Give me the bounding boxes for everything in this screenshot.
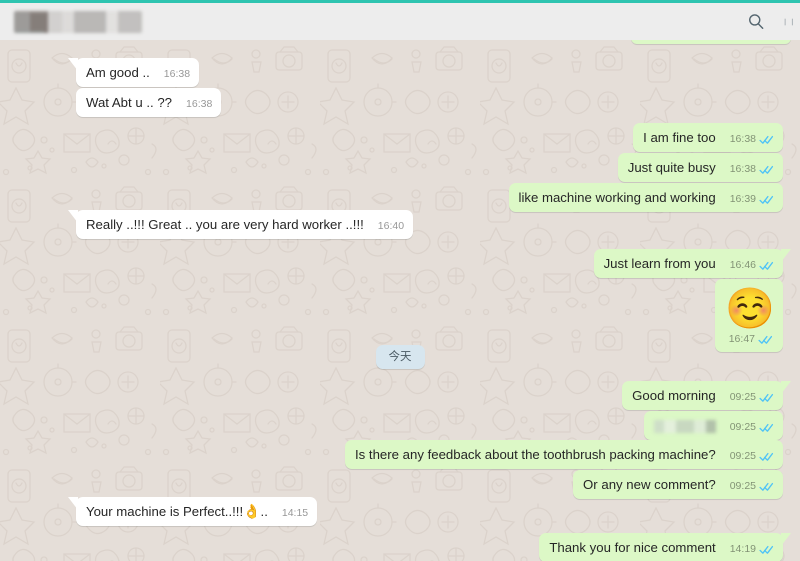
message-bubble-outgoing[interactable]: Thank you for nice comment 14:19 (539, 533, 791, 561)
search-icon[interactable] (744, 10, 768, 34)
message-bubble-outgoing[interactable]: I am fine too 16:38 (633, 123, 783, 152)
message-bubble-outgoing[interactable]: Just quite busy 16:38 (617, 153, 783, 182)
message-time: 09:25 (729, 391, 756, 403)
scrolled-message-sliver (631, 40, 791, 44)
read-receipt-icon (759, 195, 774, 205)
bubble-tail-icon (68, 58, 78, 71)
message-meta: 16:39 (730, 191, 774, 208)
message-bubble-outgoing[interactable]: like machine working and working 16:39 (508, 183, 783, 212)
message-bubble-outgoing-redacted[interactable]: 09:25 (643, 411, 783, 440)
message-meta: 16:40 (378, 218, 404, 235)
message-time: 09:25 (729, 480, 756, 492)
message-text: like machine working and working (518, 190, 716, 205)
message-text: Or any new comment? (583, 477, 716, 492)
bubble-tail-icon (68, 210, 78, 223)
read-receipt-icon (759, 261, 774, 271)
message-meta: 14:19 (730, 541, 774, 558)
relaxed-smiling-face-emoji: ☺️ (725, 287, 775, 331)
message-time: 16:38 (729, 163, 756, 175)
message-text: Wat Abt u .. ?? (86, 95, 173, 110)
message-time: 16:38 (729, 133, 756, 145)
message-meta: 09:25 (730, 389, 774, 406)
read-receipt-icon (759, 165, 774, 175)
message-text-suffix: .. (260, 504, 268, 519)
contact-name-redacted (14, 10, 142, 33)
message-time: 16:40 (377, 220, 405, 232)
message-time: 09:25 (729, 450, 756, 462)
message-bubble-outgoing[interactable]: Just learn from you 16:46 (593, 249, 791, 278)
read-receipt-icon (758, 335, 773, 345)
message-time: 14:15 (281, 507, 309, 519)
message-text: Is there any feedback about the toothbru… (355, 447, 716, 462)
read-receipt-icon (759, 545, 774, 555)
message-text: I am fine too (643, 130, 716, 145)
read-receipt-icon (759, 393, 774, 403)
read-receipt-icon (759, 135, 774, 145)
message-time: 14:19 (729, 543, 756, 555)
message-bubble-incoming[interactable]: Really ..!!! Great .. you are very hard … (68, 210, 414, 239)
message-text-redacted (653, 420, 716, 433)
date-divider-label: 今天 (375, 345, 425, 369)
message-time: 09:25 (729, 421, 756, 433)
message-bubble-outgoing[interactable]: Is there any feedback about the toothbru… (345, 440, 783, 469)
message-meta: 09:25 (730, 419, 774, 436)
message-time: 16:46 (729, 259, 756, 271)
message-text: Just learn from you (603, 256, 716, 271)
message-meta: 09:25 (730, 478, 774, 495)
message-bubble-outgoing[interactable]: Or any new comment? 09:25 (573, 470, 783, 499)
message-time: 16:38 (163, 68, 191, 80)
chat-header-actions (744, 10, 800, 34)
date-divider: 今天 (0, 345, 800, 369)
message-meta: 16:38 (730, 131, 774, 148)
read-receipt-icon (759, 452, 774, 462)
message-text: Am good .. (86, 65, 150, 80)
messages-container: Am good .. 16:38 Wat Abt u .. ?? 16:38 I… (0, 40, 800, 561)
overflow-menu-icon[interactable] (784, 12, 794, 32)
message-meta: 14:15 (282, 505, 308, 522)
message-bubble-outgoing-emoji[interactable]: ☺️ 16:47 (715, 279, 783, 352)
message-text: Your machine is Perfect..!!! (86, 504, 244, 519)
message-meta: 09:25 (730, 448, 774, 465)
message-text: Just quite busy (627, 160, 716, 175)
read-receipt-icon (759, 423, 774, 433)
message-time: 16:38 (186, 98, 213, 110)
chat-header (0, 0, 800, 40)
message-list[interactable]: Am good .. 16:38 Wat Abt u .. ?? 16:38 I… (0, 40, 800, 561)
chat-header-contact[interactable] (0, 10, 744, 33)
message-text: Really ..!!! Great .. you are very hard … (86, 217, 364, 232)
bubble-tail-icon (781, 381, 791, 394)
message-meta: 16:38 (186, 96, 212, 113)
bubble-tail-icon (68, 497, 78, 510)
read-receipt-icon (759, 482, 774, 492)
message-bubble-incoming[interactable]: Wat Abt u .. ?? 16:38 (76, 88, 222, 117)
message-bubble-incoming[interactable]: Your machine is Perfect..!!! 👌 .. 14:15 (68, 497, 318, 526)
bubble-tail-icon (781, 533, 791, 546)
message-text: Thank you for nice comment (549, 540, 716, 555)
bubble-tail-icon (781, 249, 791, 262)
message-meta: 16:46 (730, 257, 774, 274)
message-text: Good morning (632, 388, 716, 403)
message-time: 16:39 (729, 193, 756, 205)
message-bubble-outgoing[interactable]: Good morning 09:25 (622, 381, 791, 410)
ok-hand-emoji: 👌 (243, 503, 261, 519)
whatsapp-window: Am good .. 16:38 Wat Abt u .. ?? 16:38 I… (0, 0, 800, 561)
message-bubble-incoming[interactable]: Am good .. 16:38 (68, 58, 200, 87)
message-meta: 16:38 (730, 161, 774, 178)
message-meta: 16:38 (164, 66, 190, 83)
